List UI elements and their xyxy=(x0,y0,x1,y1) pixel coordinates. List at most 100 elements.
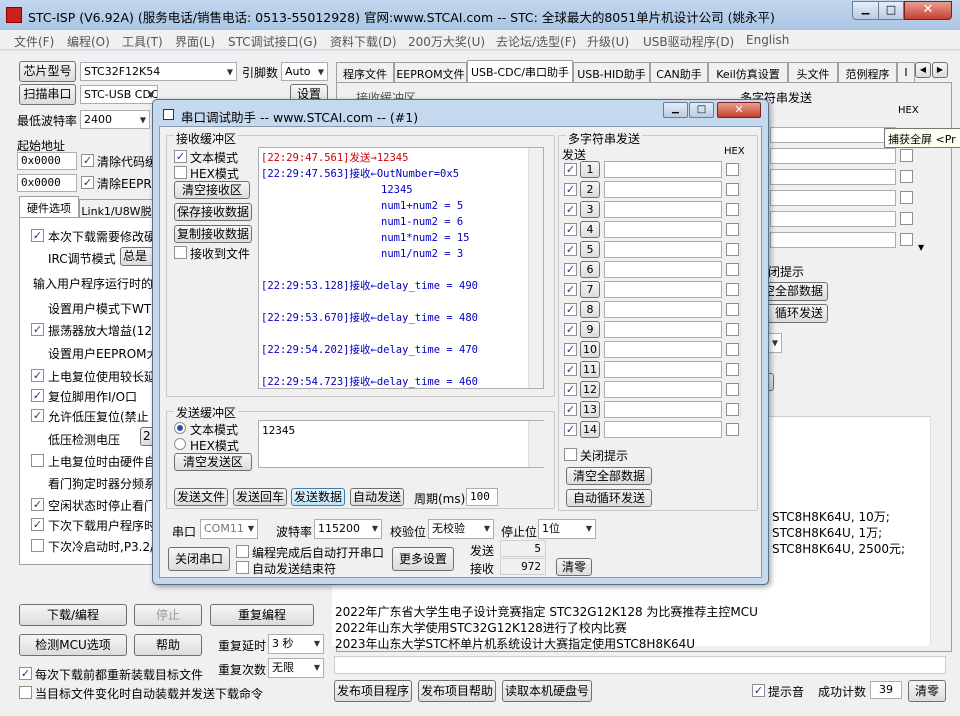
send-enter-button[interactable]: 发送回车 xyxy=(233,488,287,506)
multi-row-send-button[interactable]: 14 xyxy=(580,421,600,438)
recv-to-file-checkbox[interactable] xyxy=(174,246,187,259)
tab-scroll-left[interactable]: ◀ xyxy=(915,62,931,78)
tab-scroll-right[interactable]: ▶ xyxy=(932,62,948,78)
publish-help-button[interactable]: 发布项目帮助 xyxy=(418,680,496,702)
multi-row-input[interactable] xyxy=(604,281,722,298)
multi-row-send-button[interactable]: 11 xyxy=(580,361,600,378)
read-disk-id-button[interactable]: 读取本机硬盘号 xyxy=(502,680,592,702)
multi-row-hex-checkbox[interactable] xyxy=(726,423,739,436)
multi-row-send-button[interactable]: 8 xyxy=(580,301,600,318)
multi-row-input[interactable] xyxy=(604,241,722,258)
opt-osc-gain-checkbox[interactable]: ✓ xyxy=(31,323,44,336)
multi-row-input[interactable] xyxy=(604,421,722,438)
multi-row-send-button[interactable]: 12 xyxy=(580,381,600,398)
send-data-button[interactable]: 发送数据 xyxy=(291,488,345,506)
opt-long-reset-checkbox[interactable]: ✓ xyxy=(31,369,44,382)
tab-link1[interactable]: Link1/U8W脱 xyxy=(79,199,154,217)
download-button[interactable]: 下载/编程 xyxy=(19,604,127,626)
auto-load-checkbox[interactable] xyxy=(19,686,32,699)
dialog-minimize-button[interactable]: ▁ xyxy=(663,102,688,118)
opt-cold-start-checkbox[interactable] xyxy=(31,539,44,552)
recv-scrollbar[interactable] xyxy=(528,148,543,388)
opt-reset-io-checkbox[interactable]: ✓ xyxy=(31,389,44,402)
tab-usb-hid[interactable]: USB-HID助手 xyxy=(573,62,650,82)
repeat-delay-select[interactable]: 3 秒 xyxy=(268,634,324,654)
multi-row-input[interactable] xyxy=(604,181,722,198)
multi-row-hex-checkbox[interactable] xyxy=(726,263,739,276)
multi-row-send-button[interactable]: 3 xyxy=(580,201,600,218)
bg-multi-hex-checkbox[interactable] xyxy=(900,170,913,183)
bg-multi-input[interactable] xyxy=(770,169,896,185)
close-port-button[interactable]: 关闭串口 xyxy=(168,547,230,571)
auto-send-end-checkbox[interactable] xyxy=(236,561,249,574)
multi-row-checkbox[interactable]: ✓ xyxy=(564,183,577,196)
menu-prize[interactable]: 200万大奖(U) xyxy=(408,33,485,50)
help-button[interactable]: 帮助 xyxy=(134,634,202,656)
multi-row-checkbox[interactable]: ✓ xyxy=(564,303,577,316)
multi-row-input[interactable] xyxy=(604,361,722,378)
multi-row-send-button[interactable]: 13 xyxy=(580,401,600,418)
info-scrollbar[interactable] xyxy=(930,416,946,646)
tab-eeprom-file[interactable]: EEPROM文件 xyxy=(394,62,467,82)
menu-file[interactable]: 文件(F) xyxy=(14,33,54,50)
copy-recv-button[interactable]: 复制接收数据 xyxy=(174,225,252,243)
multi-row-hex-checkbox[interactable] xyxy=(726,403,739,416)
save-recv-button[interactable]: 保存接收数据 xyxy=(174,203,252,221)
opt-low-voltage-checkbox[interactable]: ✓ xyxy=(31,409,44,422)
tab-usb-cdc[interactable]: USB-CDC/串口助手 xyxy=(467,60,573,82)
multi-row-input[interactable] xyxy=(604,161,722,178)
multi-row-hex-checkbox[interactable] xyxy=(726,203,739,216)
tab-can[interactable]: CAN助手 xyxy=(650,62,708,82)
port-select[interactable]: STC-USB CDC (COM11) xyxy=(80,85,158,104)
baud-select[interactable]: 115200 xyxy=(314,519,382,539)
send-text-area[interactable]: 12345 xyxy=(258,420,544,468)
repeat-count-select[interactable]: 无限 xyxy=(268,658,324,678)
tab-program-file[interactable]: 程序文件 xyxy=(336,62,394,82)
multi-row-send-button[interactable]: 4 xyxy=(580,221,600,238)
multi-row-input[interactable] xyxy=(604,301,722,318)
dialog-maximize-button[interactable]: □ xyxy=(689,102,714,118)
eeprom-start-address[interactable]: 0x0000 xyxy=(17,174,77,192)
multi-row-hex-checkbox[interactable] xyxy=(726,163,739,176)
multi-row-checkbox[interactable]: ✓ xyxy=(564,423,577,436)
close-button[interactable]: ✕ xyxy=(904,1,952,20)
check-mcu-button[interactable]: 检测MCU选项 xyxy=(19,634,127,656)
period-input[interactable]: 100 xyxy=(466,488,498,506)
bg-multi-hex-checkbox[interactable] xyxy=(900,233,913,246)
auto-send-button[interactable]: 自动发送 xyxy=(350,488,404,506)
multi-close-tip-checkbox[interactable] xyxy=(564,448,577,461)
menu-interface[interactable]: 界面(L) xyxy=(175,33,215,50)
clear-recv-button[interactable]: 清空接收区 xyxy=(174,181,250,199)
parity-select[interactable]: 无校验 xyxy=(428,519,494,539)
opt-hw-reset-checkbox[interactable] xyxy=(31,454,44,467)
clear-code-checkbox[interactable]: ✓ xyxy=(81,154,94,167)
multi-cycle-send-button[interactable]: 自动循环发送 xyxy=(566,489,652,507)
minimize-button[interactable]: ▁ xyxy=(852,1,879,20)
multi-row-hex-checkbox[interactable] xyxy=(726,343,739,356)
multi-row-input[interactable] xyxy=(604,261,722,278)
multi-row-checkbox[interactable]: ✓ xyxy=(564,403,577,416)
menu-tools[interactable]: 工具(T) xyxy=(122,33,163,50)
multi-row-input[interactable] xyxy=(604,221,722,238)
recv-hex-mode-checkbox[interactable] xyxy=(174,166,187,179)
menu-forum[interactable]: 去论坛/选型(F) xyxy=(496,33,576,50)
more-settings-button[interactable]: 更多设置 xyxy=(392,547,454,571)
menu-upgrade[interactable]: 升级(U) xyxy=(587,33,629,50)
multi-row-hex-checkbox[interactable] xyxy=(726,283,739,296)
multi-row-hex-checkbox[interactable] xyxy=(726,383,739,396)
multi-row-send-button[interactable]: 2 xyxy=(580,181,600,198)
maximize-button[interactable]: □ xyxy=(878,1,904,20)
multi-row-input[interactable] xyxy=(604,401,722,418)
multi-row-hex-checkbox[interactable] xyxy=(726,243,739,256)
multi-row-input[interactable] xyxy=(604,201,722,218)
stop-button[interactable]: 停止 xyxy=(134,604,202,626)
multi-row-hex-checkbox[interactable] xyxy=(726,323,739,336)
clear-count-button[interactable]: 清零 xyxy=(908,680,946,702)
multi-row-hex-checkbox[interactable] xyxy=(726,183,739,196)
bg-multi-input[interactable] xyxy=(770,211,896,227)
menu-debug-interface[interactable]: STC调试接口(G) xyxy=(228,33,317,50)
multi-row-checkbox[interactable]: ✓ xyxy=(564,323,577,336)
send-hex-mode-radio[interactable] xyxy=(174,438,186,450)
multi-row-input[interactable] xyxy=(604,381,722,398)
bg-multi-input[interactable] xyxy=(770,232,896,248)
